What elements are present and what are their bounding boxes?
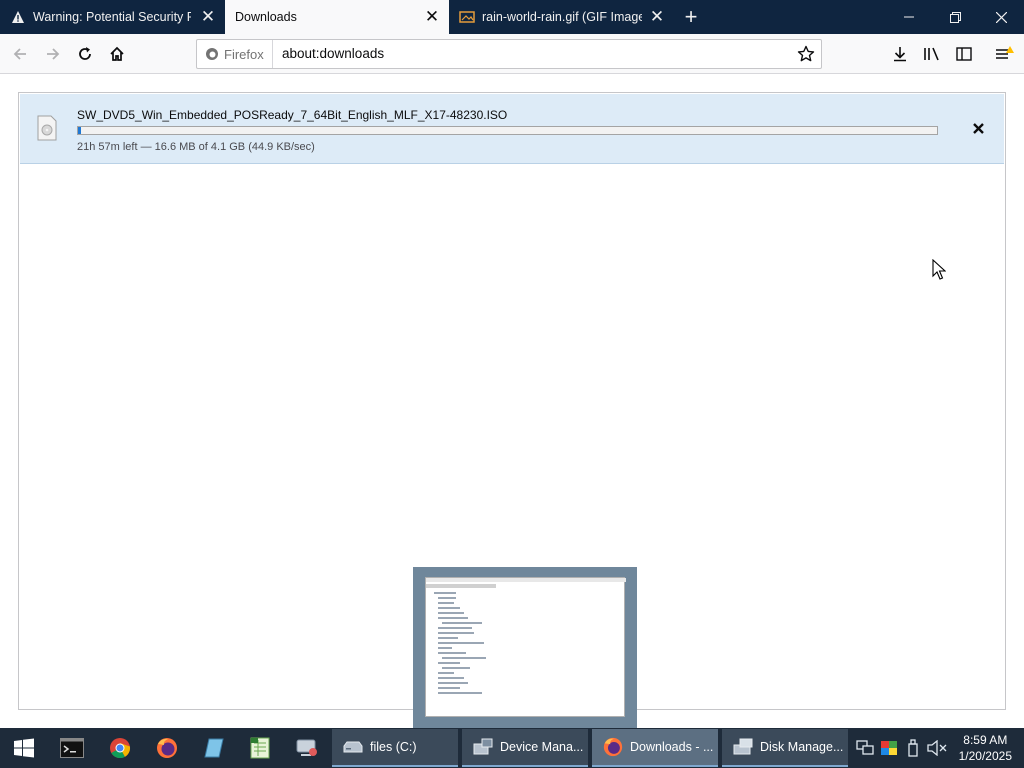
new-tab-button[interactable]: + — [675, 0, 707, 34]
terminal-button[interactable] — [49, 728, 95, 768]
mouse-cursor-icon — [932, 258, 947, 284]
reload-icon — [79, 47, 91, 60]
tab-security-warning[interactable]: Warning: Potential Security Risk Ahead ✕ — [0, 0, 225, 34]
downloads-button[interactable] — [886, 40, 914, 68]
task-device-manager[interactable]: Device Mana... — [462, 729, 588, 767]
navigation-toolbar: Firefox about:downloads — [0, 34, 1024, 74]
remote-desktop-icon — [296, 739, 317, 756]
warning-icon — [10, 9, 26, 25]
tab-close-icon[interactable]: ✕ — [423, 7, 441, 26]
color-management-tray-icon[interactable] — [879, 738, 899, 758]
identity-box[interactable]: Firefox — [197, 40, 273, 68]
taskbar: files (C:) Device Mana... Downloads - ..… — [0, 728, 1024, 768]
usb-device-tray-icon[interactable] — [903, 738, 923, 758]
home-button[interactable] — [103, 40, 131, 68]
hamburger-menu-icon — [996, 46, 1014, 59]
plus-icon: + — [684, 4, 698, 29]
close-window-button[interactable] — [978, 0, 1024, 34]
reload-button[interactable] — [71, 40, 99, 68]
tab-downloads[interactable]: Downloads ✕ — [225, 0, 449, 34]
download-progress-bar — [77, 126, 938, 135]
firefox-icon — [157, 738, 177, 758]
back-button[interactable] — [6, 40, 34, 68]
chrome-button[interactable] — [97, 728, 143, 768]
speaker-muted-tray-icon[interactable] — [927, 738, 947, 758]
back-arrow-icon — [13, 48, 26, 60]
url-text[interactable]: about:downloads — [282, 46, 384, 61]
notepad-icon — [204, 738, 224, 758]
device-manager-icon — [473, 738, 493, 755]
download-progress-fill — [78, 127, 81, 134]
tab-title: Downloads — [235, 10, 297, 24]
library-button[interactable] — [918, 40, 946, 68]
clock-time: 8:59 AM — [963, 733, 1008, 747]
clock-date: 1/20/2025 — [958, 749, 1012, 763]
task-label: files (C:) — [370, 740, 417, 754]
bookmark-star-icon[interactable] — [797, 45, 815, 66]
download-filename: SW_DVD5_Win_Embedded_POSReady_7_64Bit_En… — [77, 108, 508, 122]
download-arrow-icon — [894, 47, 906, 62]
remote-desktop-button[interactable] — [284, 728, 330, 768]
close-icon — [995, 11, 1007, 23]
task-disk-management[interactable]: Disk Manage... — [722, 729, 848, 767]
notepad-button[interactable] — [191, 728, 237, 768]
terminal-icon — [60, 738, 84, 758]
chrome-icon — [110, 738, 131, 759]
spreadsheet-icon — [250, 737, 270, 759]
network-tray-icon[interactable] — [855, 738, 875, 758]
start-icon — [14, 738, 34, 758]
tab-close-icon[interactable]: ✕ — [648, 7, 666, 26]
taskbar-preview-thumbnail[interactable] — [413, 567, 637, 728]
firefox-taskbar-button[interactable] — [144, 728, 190, 768]
library-icon — [924, 47, 939, 61]
download-status: 21h 57m left — 16.6 MB of 4.1 GB (44.9 K… — [77, 141, 315, 153]
app-menu-button[interactable] — [990, 40, 1018, 68]
url-bar[interactable]: Firefox about:downloads — [196, 39, 822, 69]
identity-label: Firefox — [224, 46, 264, 62]
sidebar-button[interactable] — [950, 40, 978, 68]
task-label: Disk Manage... — [760, 740, 844, 754]
minimize-icon — [904, 16, 914, 18]
tab-title: rain-world-rain.gif (GIF Image, ...) — [482, 10, 642, 24]
tab-title: Warning: Potential Security Risk Ahead — [33, 10, 191, 24]
tab-strip: Warning: Potential Security Risk Ahead ✕… — [0, 0, 1024, 34]
disk-management-icon — [733, 738, 753, 755]
sidebar-icon — [956, 47, 972, 61]
forward-button[interactable] — [39, 40, 67, 68]
drive-icon — [343, 741, 363, 753]
firefox-icon — [205, 47, 219, 61]
task-label: Downloads - ... — [630, 740, 714, 754]
task-label: Device Mana... — [500, 740, 584, 754]
start-button[interactable] — [1, 728, 47, 768]
image-icon — [459, 9, 475, 25]
restore-button[interactable] — [932, 0, 978, 34]
restore-icon — [949, 11, 961, 23]
close-icon — [972, 122, 984, 134]
task-files-c[interactable]: files (C:) — [332, 729, 458, 767]
home-icon — [110, 46, 124, 61]
file-icon — [37, 115, 57, 144]
preview-tree-lines — [426, 578, 626, 694]
spreadsheet-button[interactable] — [237, 728, 283, 768]
cancel-download-button[interactable] — [970, 120, 986, 136]
system-clock[interactable]: 8:59 AM 1/20/2025 — [959, 732, 1012, 764]
firefox-icon — [603, 737, 623, 757]
task-downloads-firefox[interactable]: Downloads - ... — [592, 729, 718, 767]
minimize-button[interactable] — [886, 0, 932, 34]
download-item[interactable]: SW_DVD5_Win_Embedded_POSReady_7_64Bit_En… — [20, 94, 1004, 164]
forward-arrow-icon — [47, 48, 60, 60]
device-manager-preview — [425, 577, 626, 717]
tab-gif-image[interactable]: rain-world-rain.gif (GIF Image, ...) ✕ — [449, 0, 674, 34]
tab-close-icon[interactable]: ✕ — [199, 7, 217, 26]
